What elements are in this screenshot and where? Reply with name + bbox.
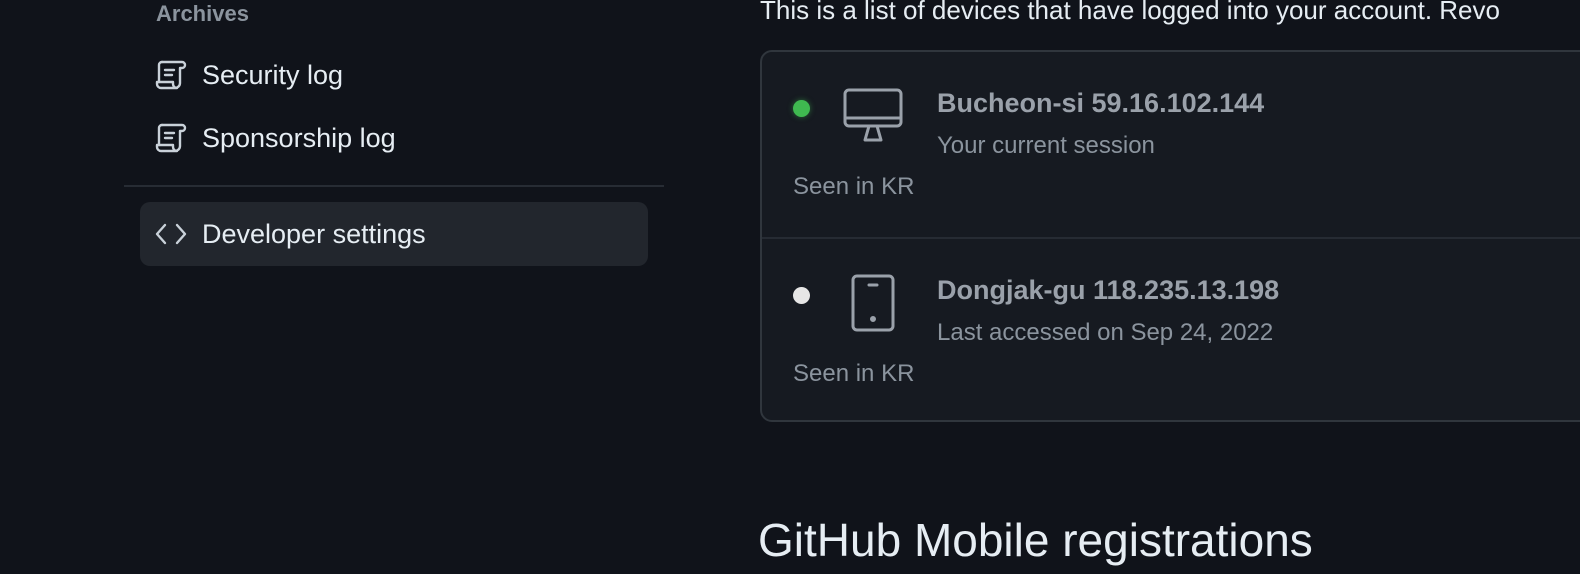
- archives-heading: Archives: [156, 1, 249, 26]
- session-seen-location: Seen in KR: [793, 360, 915, 387]
- session-row[interactable]: Dongjak-gu 118.235.13.198 Last accessed …: [762, 237, 1580, 420]
- sidebar-item-developer-settings[interactable]: Developer settings: [140, 202, 648, 266]
- sidebar-item-security-log[interactable]: Security log: [140, 43, 648, 107]
- code-icon: [154, 217, 188, 251]
- session-location-ip[interactable]: Bucheon-si 59.16.102.144: [937, 88, 1264, 119]
- mobile-icon: [850, 273, 896, 338]
- settings-page: Archives Security log Sponsorship log De…: [0, 0, 1580, 574]
- sessions-list: Bucheon-si 59.16.102.144 Your current se…: [760, 50, 1580, 422]
- log-icon: [154, 121, 188, 155]
- session-seen-location: Seen in KR: [793, 173, 915, 200]
- session-location-ip[interactable]: Dongjak-gu 118.235.13.198: [937, 275, 1279, 306]
- session-detail: Your current session: [937, 132, 1155, 159]
- session-row[interactable]: Bucheon-si 59.16.102.144 Your current se…: [762, 52, 1580, 237]
- status-dot: [793, 100, 810, 117]
- sessions-intro-text: This is a list of devices that have logg…: [760, 0, 1500, 25]
- log-icon: [154, 58, 188, 92]
- sidebar-item-sponsorship-log[interactable]: Sponsorship log: [140, 106, 648, 170]
- status-dot: [793, 287, 810, 304]
- mobile-registrations-heading: GitHub Mobile registrations: [758, 514, 1313, 566]
- sidebar-item-label: Developer settings: [202, 218, 426, 249]
- sidebar-item-label: Security log: [202, 59, 344, 90]
- sidebar-divider: [124, 185, 664, 187]
- sidebar-item-label: Sponsorship log: [202, 122, 396, 153]
- desktop-icon: [842, 86, 904, 149]
- session-detail: Last accessed on Sep 24, 2022: [937, 319, 1274, 346]
